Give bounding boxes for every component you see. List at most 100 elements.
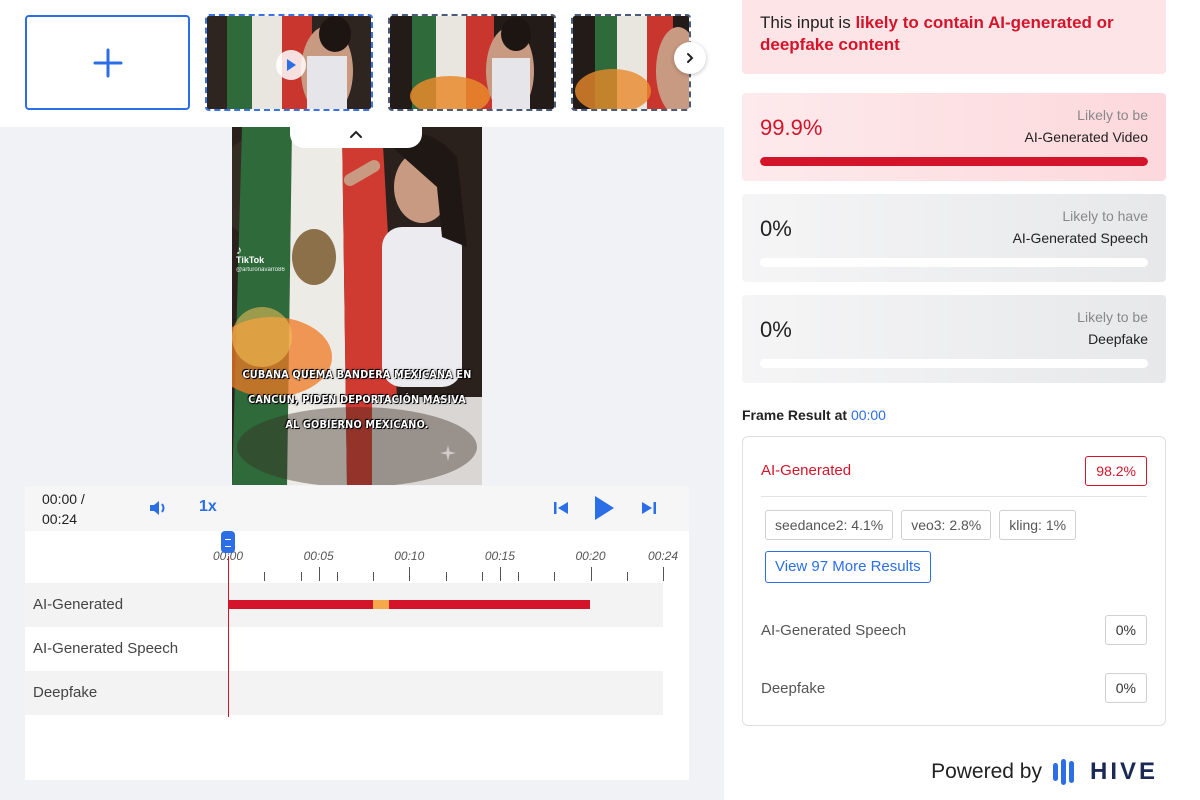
skip-back-icon bbox=[554, 502, 568, 514]
frame-result-box: AI-Generated 98.2% seedance2: 4.1% veo3:… bbox=[742, 436, 1166, 726]
detection-segment[interactable] bbox=[373, 600, 389, 609]
track-ai-generated-speech: AI-Generated Speech bbox=[25, 627, 663, 671]
frame-speech-score-badge: 0% bbox=[1104, 615, 1147, 645]
volume-icon bbox=[150, 501, 165, 515]
divider bbox=[761, 496, 1147, 497]
powered-by-text: Powered by bbox=[931, 760, 1042, 783]
video-caption: CUBANA QUEMA BANDERA MEXICANA EN CANCUN,… bbox=[242, 363, 472, 438]
frame-result-title: Frame Result at 00:00 bbox=[742, 407, 886, 423]
timeline-tick bbox=[499, 567, 501, 581]
view-more-results-button[interactable]: View 97 More Results bbox=[765, 551, 931, 583]
frame-result-time[interactable]: 00:00 bbox=[851, 407, 886, 423]
timeline-tick-label: 00:24 bbox=[647, 549, 679, 563]
caption-line: CANCUN, PIDEN DEPORTACIÓN MASIVA bbox=[248, 394, 466, 406]
score-bar-fill bbox=[760, 157, 1148, 166]
results-panel: This input is likely to contain AI-gener… bbox=[724, 0, 1200, 800]
timeline-ruler[interactable]: 00:0000:0500:1000:1500:2000:24 bbox=[25, 531, 689, 583]
score-card-ai-speech: 0% Likely to have AI-Generated Speech bbox=[742, 194, 1166, 282]
playhead-handle[interactable] bbox=[221, 531, 235, 553]
model-chip: seedance2: 4.1% bbox=[765, 510, 894, 540]
watermark-text: TikTok bbox=[236, 255, 265, 265]
score-card-ai-video: 99.9% Likely to be AI-Generated Video bbox=[742, 93, 1166, 181]
frame-speech-label: AI-Generated Speech bbox=[761, 622, 907, 639]
play-button[interactable] bbox=[591, 494, 617, 522]
score-caption: Likely to be bbox=[1077, 309, 1148, 325]
model-chip: veo3: 2.8% bbox=[901, 510, 992, 540]
timeline-tick bbox=[373, 572, 374, 581]
score-percent: 99.9% bbox=[760, 115, 823, 140]
score-category: Deepfake bbox=[1088, 331, 1148, 347]
model-chip: kling: 1% bbox=[999, 510, 1077, 540]
timeline-tick-label: 00:20 bbox=[575, 549, 606, 563]
verdict-banner: This input is likely to contain AI-gener… bbox=[742, 0, 1166, 74]
caption-line: AL GOBIERNO MEXICANO. bbox=[285, 419, 429, 431]
score-percent: 0% bbox=[760, 317, 792, 342]
score-caption: Likely to have bbox=[1062, 208, 1148, 224]
score-bar bbox=[760, 258, 1148, 267]
thumbnail-image bbox=[390, 16, 554, 109]
score-bar bbox=[760, 157, 1148, 166]
skip-forward-icon bbox=[642, 502, 656, 514]
current-time: 00:00 / bbox=[42, 491, 85, 507]
collapse-thumbnails-button[interactable] bbox=[290, 120, 422, 148]
tiktok-watermark: ♪ TikTok @arturonavarro86 bbox=[236, 244, 285, 275]
track-deepfake: Deepfake bbox=[25, 671, 663, 715]
frame-deepfake-label: Deepfake bbox=[761, 680, 826, 697]
chevron-up-icon bbox=[350, 130, 362, 138]
detection-segment[interactable] bbox=[389, 600, 590, 609]
track-label: AI-Generated bbox=[33, 596, 124, 613]
frame-result-label: Frame Result at bbox=[742, 407, 848, 423]
watermark-handle: @arturonavarro86 bbox=[236, 267, 285, 273]
next-thumbnails-button[interactable] bbox=[674, 42, 706, 74]
score-category: AI-Generated Video bbox=[1024, 129, 1149, 145]
thumbnail-bar bbox=[0, 0, 724, 127]
score-caption: Likely to be bbox=[1077, 107, 1148, 123]
sparkle-icon bbox=[440, 445, 456, 461]
skip-back-button[interactable] bbox=[551, 498, 571, 518]
playhead-line bbox=[228, 556, 229, 717]
powered-by: Powered by HIVE bbox=[931, 758, 1158, 786]
video-preview[interactable]: ♪ TikTok @arturonavarro86 CUBANA QUEMA B… bbox=[232, 127, 482, 485]
hive-brand: HIVE bbox=[1089, 758, 1158, 785]
time-display: 00:00 / 00:24 bbox=[42, 489, 85, 529]
play-icon bbox=[595, 496, 614, 520]
frame-ai-label: AI-Generated bbox=[761, 462, 852, 479]
skip-forward-button[interactable] bbox=[639, 498, 659, 518]
add-media-button[interactable] bbox=[25, 15, 190, 110]
model-chips: seedance2: 4.1% veo3: 2.8% kling: 1% bbox=[765, 510, 1077, 540]
playback-speed-button[interactable]: 1x bbox=[199, 498, 217, 516]
timeline-tick bbox=[445, 572, 447, 581]
timeline-tick bbox=[518, 572, 519, 581]
timeline-tick bbox=[663, 567, 664, 581]
frame-deepfake-score-badge: 0% bbox=[1104, 673, 1147, 703]
play-icon[interactable] bbox=[276, 50, 306, 80]
chevron-right-icon bbox=[687, 53, 694, 63]
timeline-tick bbox=[300, 572, 302, 581]
timeline-tick bbox=[554, 572, 556, 581]
timeline-tick-label: 00:05 bbox=[303, 549, 334, 563]
timeline-tick bbox=[590, 567, 592, 581]
timeline-tick-label: 00:15 bbox=[484, 549, 515, 563]
timeline-tick bbox=[481, 572, 483, 581]
timeline-tick bbox=[626, 572, 628, 581]
timeline-tick bbox=[336, 572, 338, 581]
timeline-player: 00:00 / 00:24 1x 00:0000:0500:1000:1500:… bbox=[25, 486, 689, 780]
score-card-deepfake: 0% Likely to be Deepfake bbox=[742, 295, 1166, 383]
timeline-tick bbox=[264, 572, 266, 581]
frame-ai-score-badge: 98.2% bbox=[1085, 456, 1147, 486]
total-time: 00:24 bbox=[42, 511, 78, 527]
thumbnail-frame-3[interactable] bbox=[571, 14, 691, 111]
thumbnail-frame-1[interactable] bbox=[205, 14, 373, 111]
verdict-prefix: This input is bbox=[760, 13, 856, 32]
timeline-tick-label: 00:10 bbox=[394, 549, 425, 563]
score-bar bbox=[760, 359, 1148, 368]
volume-button[interactable] bbox=[147, 498, 169, 518]
score-category: AI-Generated Speech bbox=[1012, 230, 1148, 246]
player-controls: 00:00 / 00:24 1x bbox=[25, 486, 689, 531]
thumbnail-frame-2[interactable] bbox=[388, 14, 556, 111]
track-ai-generated: AI-Generated bbox=[25, 583, 663, 627]
left-pane: ♪ TikTok @arturonavarro86 CUBANA QUEMA B… bbox=[0, 0, 724, 800]
plus-icon bbox=[93, 48, 122, 77]
score-percent: 0% bbox=[760, 216, 792, 241]
detection-segment[interactable] bbox=[228, 600, 373, 609]
